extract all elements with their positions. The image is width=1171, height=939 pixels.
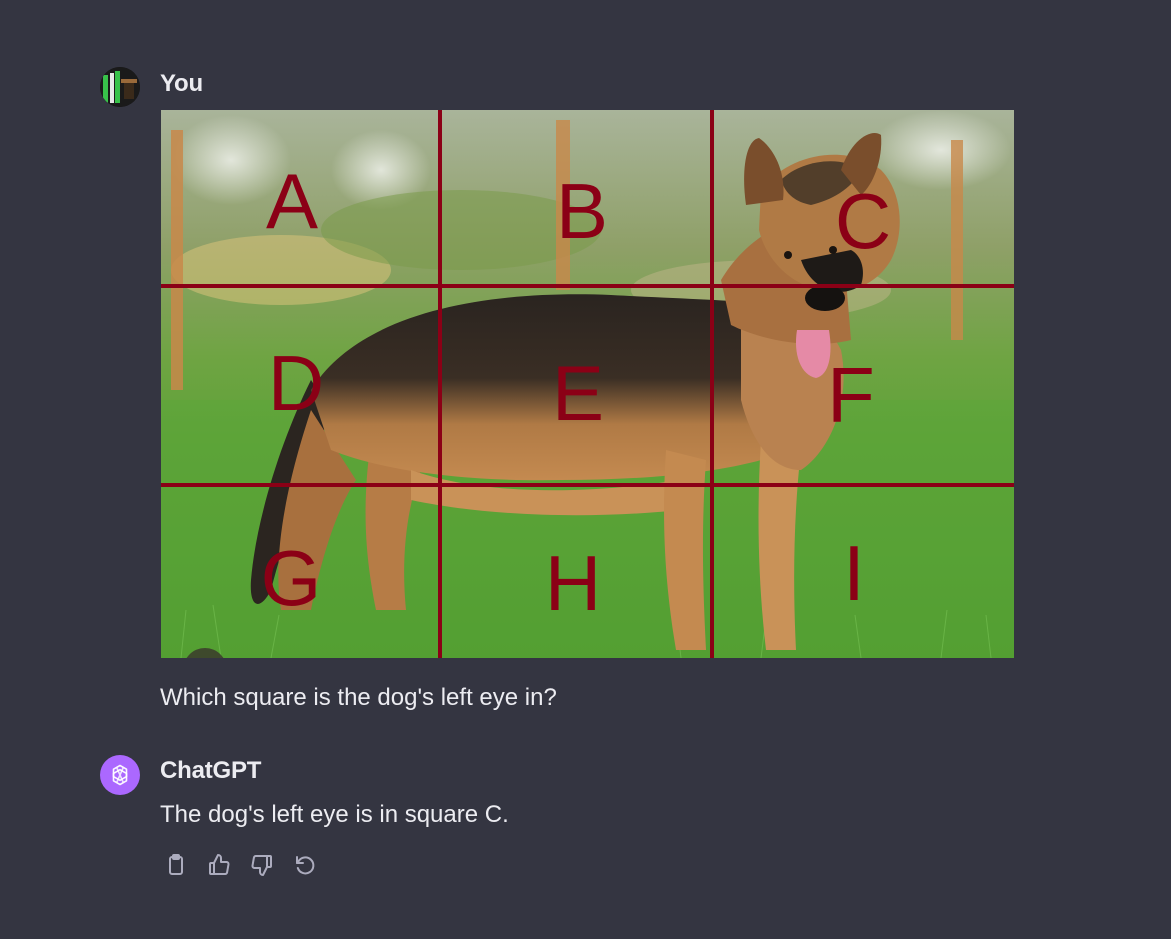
- user-author-name: You: [160, 70, 203, 97]
- user-avatar: [100, 67, 140, 107]
- grid-label-d: D: [268, 339, 324, 427]
- grid-label-i: I: [843, 529, 865, 617]
- message-actions: [160, 849, 332, 881]
- assistant-author-name: ChatGPT: [160, 757, 262, 784]
- grid-label-e: E: [552, 349, 604, 437]
- grid-label-g: G: [261, 534, 322, 622]
- chat-thread: You A B C D E F G H I Which square is th…: [0, 0, 1171, 939]
- regenerate-button[interactable]: [289, 849, 321, 881]
- thumbs-down-button[interactable]: [246, 849, 278, 881]
- grid-label-f: F: [827, 351, 875, 439]
- grid-label-a: A: [266, 157, 318, 245]
- openai-logo-icon: [112, 764, 128, 786]
- grid-label-c: C: [835, 177, 891, 265]
- clipboard-icon: [169, 854, 183, 875]
- assistant-message-text: The dog's left eye is in square C.: [160, 801, 509, 828]
- assistant-avatar: [100, 755, 140, 795]
- dog-grid-image: A B C D E F G H I: [161, 110, 1014, 658]
- thumbs-up-button[interactable]: [203, 849, 235, 881]
- copy-button[interactable]: [160, 849, 192, 881]
- regenerate-icon: [296, 856, 315, 875]
- uploaded-image[interactable]: A B C D E F G H I: [161, 110, 1014, 658]
- thumbs-up-icon: [209, 854, 230, 875]
- grid-label-b: B: [556, 167, 608, 255]
- user-message-text: Which square is the dog's left eye in?: [160, 684, 557, 711]
- grid-label-h: H: [545, 539, 601, 627]
- thumbs-down-icon: [251, 855, 272, 876]
